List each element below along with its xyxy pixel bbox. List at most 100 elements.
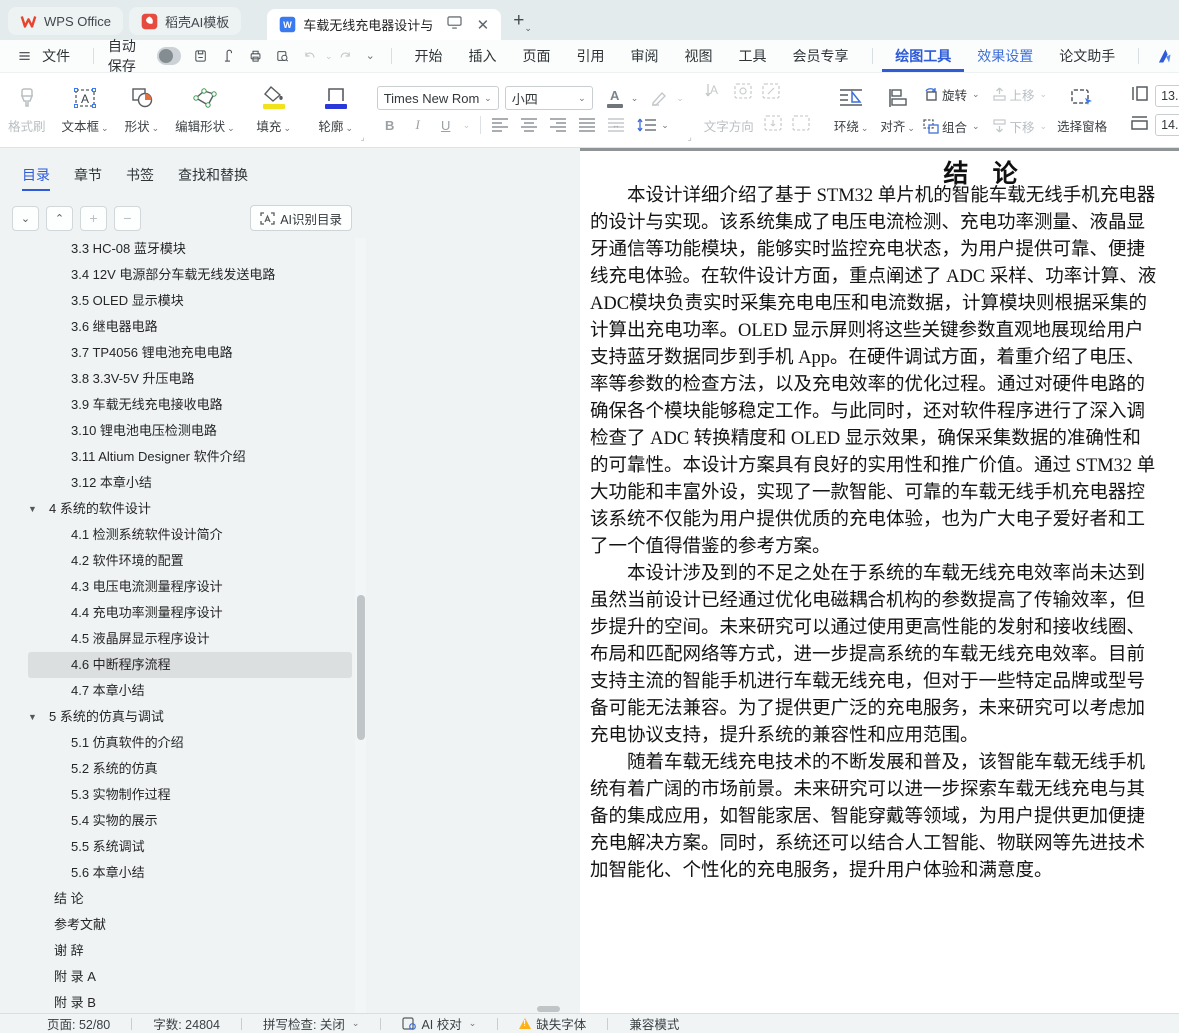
link-frame-icon[interactable]	[734, 83, 752, 104]
toc-item[interactable]: ▼ 4.1 检测系统软件设计简介	[28, 522, 352, 548]
save-icon[interactable]	[194, 47, 207, 65]
nav-pane-tab[interactable]: 目录	[22, 165, 50, 191]
underline-chevron-icon[interactable]: ⌄	[463, 121, 471, 130]
word-count[interactable]: 字数: 24804	[132, 1014, 241, 1033]
expand-all-button[interactable]: ⌃	[46, 206, 73, 231]
tab-document-active[interactable]: W 车载无线充电器设计与实现 ✕	[267, 9, 501, 40]
ai-recognize-toc-button[interactable]: AI识别目录	[250, 205, 352, 231]
align-right-icon[interactable]	[549, 118, 567, 132]
toc-item[interactable]: ▼ 4.7 本章小结	[28, 678, 352, 704]
toc-item[interactable]: ▼ 5.3 实物制作过程	[28, 782, 352, 808]
ai-proofread-button[interactable]: AI 校对⌄	[381, 1014, 497, 1033]
toc-item[interactable]: ▼ 5.4 实物的展示	[28, 808, 352, 834]
distribute-icon[interactable]: ↔	[607, 118, 625, 132]
align-center-icon[interactable]	[520, 118, 538, 132]
tab-monitor-icon[interactable]	[447, 16, 462, 33]
zoom-out-button[interactable]: −	[114, 206, 141, 231]
toc-item[interactable]: ▼ 附 录 A	[28, 964, 352, 990]
toc-item[interactable]: ▼ 5.1 仿真软件的介绍	[28, 730, 352, 756]
expander-triangle-icon[interactable]: ▼	[28, 704, 42, 730]
line-spacing-chevron-icon[interactable]: ⌄	[661, 121, 669, 130]
wrap-button[interactable]: 环绕⌄	[830, 85, 873, 135]
toc-item[interactable]: ▼ 3.3 HC-08 蓝牙模块	[28, 236, 352, 262]
move-up-button[interactable]: 上移⌄	[992, 81, 1048, 107]
menu-item-contextual[interactable]: 绘图工具	[882, 40, 964, 72]
shape-width-field[interactable]: 14.0	[1155, 114, 1179, 136]
group-button[interactable]: 组合⌄	[923, 113, 980, 139]
toc-item[interactable]: ▼ 3.5 OLED 显示模块	[28, 288, 352, 314]
menu-item[interactable]: 页面	[510, 40, 564, 72]
compatibility-mode[interactable]: 兼容模式	[608, 1014, 700, 1033]
nav-pane-tab[interactable]: 章节	[74, 165, 102, 185]
print-icon[interactable]	[249, 47, 262, 65]
highlight-button[interactable]	[650, 90, 668, 106]
unlink-frame-icon[interactable]	[762, 83, 780, 104]
section-expand-icon[interactable]: ⌟	[360, 132, 364, 143]
toc-item[interactable]: ▼ 3.8 3.3V-5V 升压电路	[28, 366, 352, 392]
toc-item[interactable]: ▼ 3.4 12V 电源部分车载无线发送电路	[28, 262, 352, 288]
toc-item[interactable]: ▼ 参考文献	[28, 912, 352, 938]
font-size-select[interactable]: 小四⌄	[505, 86, 593, 110]
undo-chevron-icon[interactable]: ⌄	[325, 52, 333, 61]
toc-item[interactable]: ▼ 5.2 系统的仿真	[28, 756, 352, 782]
menu-item[interactable]: 工具	[726, 40, 780, 72]
font-color-chevron-icon[interactable]: ⌄	[631, 94, 639, 103]
expander-triangle-icon[interactable]: ▼	[28, 496, 42, 522]
align-left-icon[interactable]	[491, 118, 509, 132]
horizontal-scrollbar-thumb[interactable]	[537, 1006, 560, 1012]
export-pdf-icon[interactable]	[222, 47, 235, 65]
shape-height-field[interactable]: 13.6	[1155, 85, 1179, 107]
format-painter-button[interactable]: 格式刷	[0, 73, 54, 147]
align-justify-icon[interactable]	[578, 118, 596, 132]
toc-item[interactable]: ▼ 谢 辞	[28, 938, 352, 964]
toc-item[interactable]: ▼ 4.5 液晶屏显示程序设计	[28, 626, 352, 652]
toc-item[interactable]: ▼ 3.9 车载无线充电接收电路	[28, 392, 352, 418]
spellcheck-status[interactable]: 拼写检查: 关闭⌄	[242, 1014, 381, 1033]
menu-item-contextual[interactable]: 效果设置	[964, 40, 1046, 72]
prev-frame-icon[interactable]	[764, 115, 782, 136]
toc-item[interactable]: ▼ 4.6 中断程序流程	[28, 652, 352, 678]
new-tab-button[interactable]: +	[513, 10, 524, 32]
toc-item[interactable]: ▼ 4.4 充电功率测量程序设计	[28, 600, 352, 626]
underline-button[interactable]: U	[433, 118, 459, 133]
undo-icon[interactable]	[303, 47, 316, 65]
wps-ai-icon[interactable]	[1156, 45, 1172, 67]
font-color-button[interactable]: A	[607, 89, 623, 108]
font-family-select[interactable]: Times New Rom⌄	[377, 86, 499, 110]
menu-item-contextual[interactable]: 论文助手	[1046, 40, 1128, 72]
zoom-in-button[interactable]: +	[80, 206, 107, 231]
nav-scrollbar-thumb[interactable]	[357, 595, 365, 740]
menu-item[interactable]: 开始	[402, 40, 456, 72]
tab-close-icon[interactable]: ✕	[477, 16, 490, 34]
toc-item[interactable]: ▼ 3.10 锂电池电压检测电路	[28, 418, 352, 444]
toc-item[interactable]: ▼ 附 录 B	[28, 990, 352, 1013]
toc-item[interactable]: ▼ 5 系统的仿真与调试	[28, 704, 352, 730]
toc-item[interactable]: ▼ 4.3 电压电流测量程序设计	[28, 574, 352, 600]
text-direction-button[interactable]: 文字方向	[704, 113, 754, 139]
move-down-button[interactable]: 下移⌄	[992, 113, 1048, 139]
outline-color-button[interactable]: 轮廓⌄	[305, 73, 367, 147]
fill-color-button[interactable]: 填充⌄	[243, 73, 305, 147]
menu-item[interactable]: 引用	[564, 40, 618, 72]
align-objects-button[interactable]: 对齐⌄	[876, 85, 919, 135]
toc-item[interactable]: ▼ 3.11 Altium Designer 软件介绍	[28, 444, 352, 470]
redo-icon[interactable]	[339, 47, 352, 65]
menu-item[interactable]: 会员专享	[780, 40, 862, 72]
highlight-chevron-icon[interactable]: ⌄	[676, 94, 684, 103]
shapes-button[interactable]: 形状⌄	[117, 73, 168, 147]
menu-item[interactable]: 审阅	[618, 40, 672, 72]
autosave-toggle[interactable]	[157, 47, 182, 65]
new-tab-chevron-icon[interactable]: ⌄	[524, 23, 532, 34]
selection-pane-button[interactable]: 选择窗格	[1051, 85, 1113, 135]
menu-file[interactable]: 文件	[38, 40, 83, 72]
toc-item[interactable]: ▼ 3.7 TP4056 锂电池充电电路	[28, 340, 352, 366]
text-box-button[interactable]: A 文本框⌄	[54, 73, 117, 147]
toc-item[interactable]: ▼ 结 论	[28, 886, 352, 912]
toc-item[interactable]: ▼ 5.5 系统调试	[28, 834, 352, 860]
next-frame-icon[interactable]	[792, 115, 810, 136]
menu-item[interactable]: 插入	[456, 40, 510, 72]
missing-font-warning[interactable]: 缺失字体	[498, 1014, 607, 1033]
toc-item[interactable]: ▼ 4 系统的软件设计	[28, 496, 352, 522]
collapse-all-button[interactable]: ⌄	[12, 206, 39, 231]
hamburger-icon[interactable]	[18, 47, 31, 65]
